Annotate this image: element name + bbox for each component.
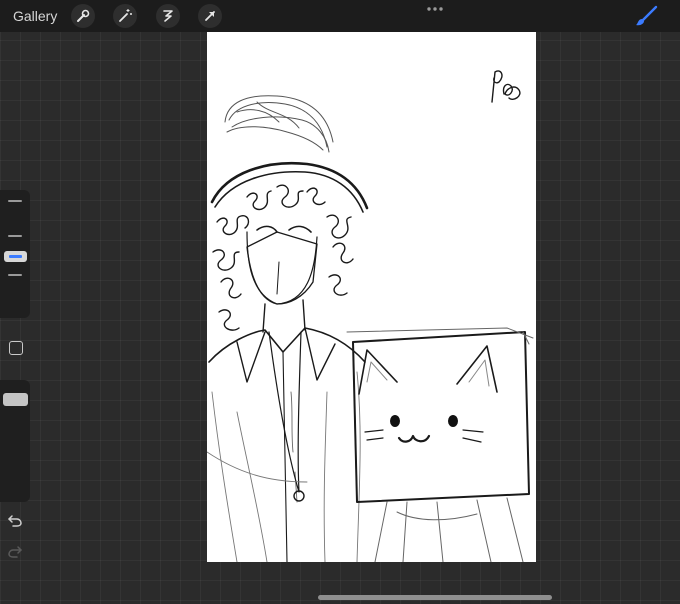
home-indicator[interactable]: [318, 595, 552, 600]
square-modify-icon[interactable]: [9, 341, 23, 355]
size-thumb-indicator: [9, 255, 22, 258]
wrench-icon: [77, 9, 90, 22]
ellipsis-icon[interactable]: [426, 6, 444, 12]
transform-button[interactable]: [198, 4, 222, 28]
transform-arrow-icon: [205, 11, 215, 21]
gallery-button[interactable]: Gallery: [13, 8, 57, 24]
opacity-thumb[interactable]: [3, 393, 28, 406]
signature-mark: [491, 70, 521, 103]
slider-tick: [8, 200, 22, 202]
selection-button[interactable]: [156, 4, 180, 28]
actions-button[interactable]: [71, 4, 95, 28]
magic-wand-icon: [119, 9, 132, 22]
drawing-canvas[interactable]: [207, 32, 536, 562]
selection-icon: [163, 10, 173, 22]
slider-tick: [8, 274, 22, 276]
adjustments-button[interactable]: [113, 4, 137, 28]
sketch-drawing: [207, 70, 534, 562]
undo-icon[interactable]: [7, 514, 23, 528]
top-toolbar: Gallery: [0, 0, 680, 32]
brush-icon[interactable]: [634, 5, 658, 27]
redo-icon[interactable]: [7, 545, 23, 559]
slider-tick: [8, 235, 22, 237]
brush-size-thumb[interactable]: [4, 251, 27, 262]
